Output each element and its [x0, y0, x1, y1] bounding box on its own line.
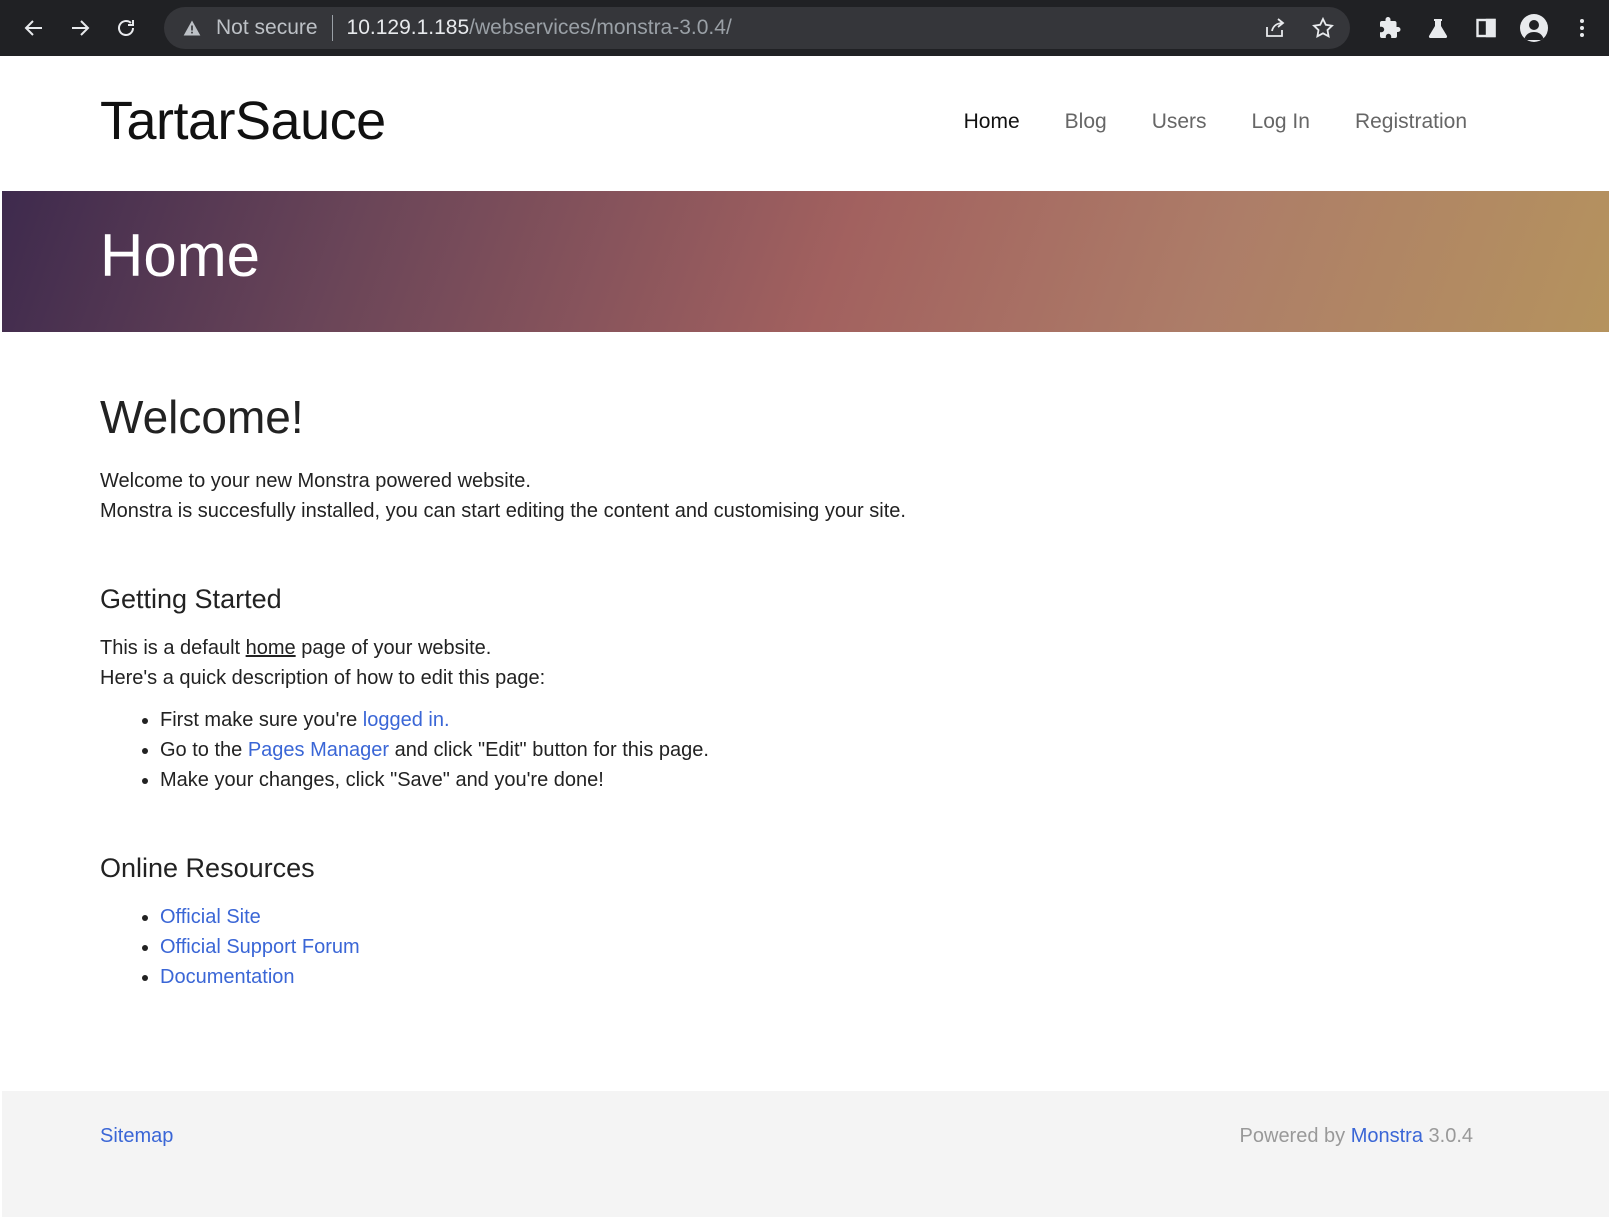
sitemap-link[interactable]: Sitemap: [100, 1125, 173, 1148]
arrow-left-icon: [24, 20, 42, 36]
star-icon[interactable]: [1310, 15, 1336, 41]
list-item: Official Support Forum: [160, 932, 1511, 962]
list-item: Go to the Pages Manager and click "Edit"…: [160, 735, 1511, 765]
url-text[interactable]: 10.129.1.185/webservices/monstra-3.0.4/: [347, 16, 732, 40]
steps-list: First make sure you're logged in. Go to …: [100, 705, 1511, 795]
reload-icon: [118, 20, 134, 36]
nav-login[interactable]: Log In: [1252, 110, 1310, 134]
text: This is a default: [100, 637, 246, 659]
nav-users[interactable]: Users: [1152, 110, 1207, 134]
getting-started-text: This is a default home page of your webs…: [100, 633, 1511, 693]
support-forum-link[interactable]: Official Support Forum: [160, 936, 360, 958]
nav-registration[interactable]: Registration: [1355, 110, 1467, 134]
text: First make sure you're: [160, 709, 363, 731]
resources-list: Official Site Official Support Forum Doc…: [100, 902, 1511, 992]
text: Go to the: [160, 739, 248, 761]
reload-button[interactable]: [106, 8, 146, 48]
getting-started-heading: Getting Started: [100, 584, 282, 614]
list-item: Official Site: [160, 902, 1511, 932]
online-resources-heading: Online Resources: [100, 853, 315, 883]
text: and click "Edit" button for this page.: [389, 739, 709, 761]
official-site-link[interactable]: Official Site: [160, 906, 261, 928]
share-icon[interactable]: [1262, 15, 1288, 41]
logged-in-link[interactable]: logged in.: [363, 709, 450, 731]
divider: [331, 15, 333, 41]
welcome-text: Welcome to your new Monstra powered webs…: [100, 466, 1511, 526]
text: Make your changes, click "Save" and you'…: [160, 769, 604, 791]
nav-blog[interactable]: Blog: [1065, 110, 1107, 134]
list-item: Documentation: [160, 962, 1511, 992]
side-panel-icon[interactable]: [1462, 8, 1510, 48]
page-title: Home: [100, 222, 261, 289]
url-host: 10.129.1.185: [346, 16, 470, 39]
security-label[interactable]: Not secure: [216, 16, 318, 40]
intro-line: Here's a quick description of how to edi…: [100, 667, 546, 689]
welcome-line: Monstra is succesfully installed, you ca…: [100, 500, 906, 522]
warning-icon: [182, 18, 202, 38]
powered-by: Powered by Monstra 3.0.4: [1240, 1125, 1473, 1148]
list-item: Make your changes, click "Save" and you'…: [160, 765, 1511, 795]
main-content: Welcome! Welcome to your new Monstra pow…: [2, 390, 1609, 992]
version-text: 3.0.4: [1422, 1125, 1474, 1147]
welcome-heading: Welcome!: [100, 391, 304, 443]
nav-home[interactable]: Home: [964, 110, 1020, 134]
text: page of your website.: [295, 637, 492, 659]
web-page: TartarSauce Home Blog Users Log In Regis…: [2, 56, 1609, 1217]
site-footer: Sitemap Powered by Monstra 3.0.4: [2, 1091, 1609, 1217]
back-button[interactable]: [14, 8, 54, 48]
address-bar[interactable]: Not secure 10.129.1.185/webservices/mons…: [164, 7, 1350, 49]
avatar-icon: [1520, 14, 1548, 42]
text: Powered by: [1239, 1125, 1351, 1147]
flask-icon[interactable]: [1414, 8, 1462, 48]
intro-line: This is a default home page of your webs…: [100, 633, 1511, 663]
site-brand[interactable]: TartarSauce: [100, 90, 386, 152]
profile-button[interactable]: [1510, 8, 1558, 48]
extensions-icon[interactable]: [1366, 8, 1414, 48]
list-item: First make sure you're logged in.: [160, 705, 1511, 735]
url-path: /webservices/monstra-3.0.4/: [469, 16, 732, 39]
pages-manager-link[interactable]: Pages Manager: [248, 739, 389, 761]
page-hero: Home: [2, 191, 1609, 332]
welcome-line: Welcome to your new Monstra powered webs…: [100, 470, 531, 492]
home-link[interactable]: home: [246, 637, 296, 659]
more-menu-icon[interactable]: [1558, 8, 1606, 48]
monstra-link[interactable]: Monstra: [1351, 1125, 1423, 1147]
browser-toolbar: Not secure 10.129.1.185/webservices/mons…: [0, 0, 1609, 56]
forward-button[interactable]: [60, 8, 100, 48]
site-header: TartarSauce Home Blog Users Log In Regis…: [2, 56, 1609, 191]
main-nav: Home Blog Users Log In Registration: [964, 110, 1467, 134]
arrow-right-icon: [72, 20, 90, 36]
documentation-link[interactable]: Documentation: [160, 966, 295, 988]
